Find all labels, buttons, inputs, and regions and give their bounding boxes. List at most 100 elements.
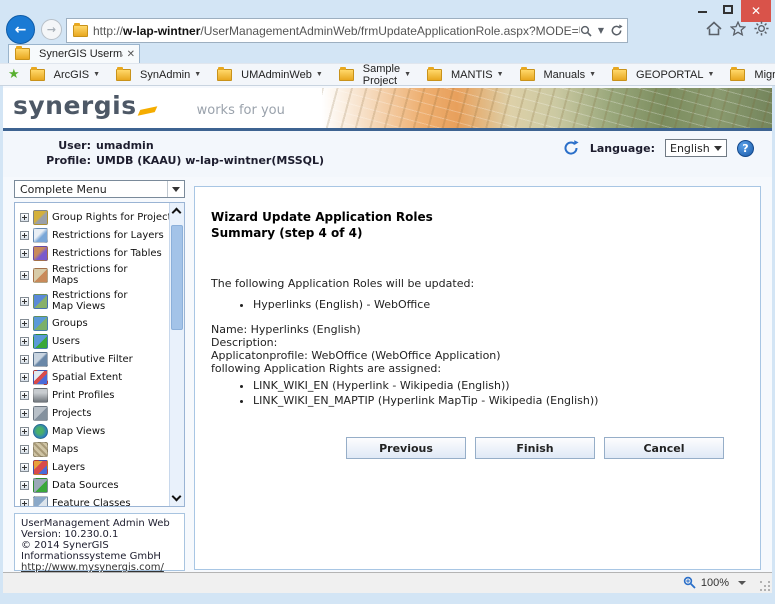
expand-icon[interactable]: [20, 498, 29, 506]
print-profiles-icon: [33, 387, 48, 403]
tree-item-restrictions-maps[interactable]: Restrictions for Maps: [20, 262, 169, 288]
help-button[interactable]: ?: [737, 139, 754, 157]
search-icon[interactable]: [580, 25, 592, 37]
restrictions-maps-icon: [33, 267, 48, 283]
chevron-down-icon: ▼: [194, 71, 202, 78]
layers-icon: [33, 459, 48, 475]
user-label: User:: [58, 139, 91, 152]
user-value: umadmin: [96, 139, 154, 152]
favorite-umadminweb[interactable]: UMAdminWeb ▼: [215, 66, 323, 81]
restrictions-tables-icon: [33, 245, 48, 261]
expand-icon[interactable]: [20, 230, 29, 240]
expand-icon[interactable]: [20, 462, 29, 472]
tree-item-restrictions-layers[interactable]: Restrictions for Layers: [20, 226, 169, 244]
tree-item-maps[interactable]: Maps: [20, 440, 169, 458]
tree-item-users[interactable]: Users: [20, 332, 169, 350]
url-text[interactable]: http://w-lap-wintner/UserManagementAdmin…: [93, 24, 580, 38]
updated-role-item: Hyperlinks (English) - WebOffice: [253, 298, 742, 311]
tree-scrollbar[interactable]: [169, 203, 184, 506]
browser-chrome: ← → http://w-lap-wintner/UserManagementA…: [0, 14, 775, 48]
expand-icon[interactable]: [20, 212, 29, 222]
chevron-down-icon: ▼: [496, 71, 504, 78]
address-bar[interactable]: http://w-lap-wintner/UserManagementAdmin…: [66, 18, 628, 43]
map-banner-image: [322, 88, 772, 128]
add-favorite-icon[interactable]: ★: [8, 67, 20, 82]
synergis-logo: synergis: [13, 91, 137, 120]
expand-icon[interactable]: [20, 444, 29, 454]
tab-close-icon[interactable]: ✕: [127, 49, 135, 60]
expand-icon[interactable]: [20, 354, 29, 364]
resize-grip[interactable]: [760, 581, 770, 591]
map-views-icon: [33, 423, 48, 439]
zoom-dropdown-icon[interactable]: [738, 580, 746, 585]
assigned-right-item: LINK_WIKI_EN (Hyperlink - Wikipedia (Eng…: [253, 379, 742, 392]
tab-synergis-usermanagement[interactable]: SynerGIS Usermanagement ... ✕: [8, 44, 140, 63]
expand-icon[interactable]: [20, 426, 29, 436]
home-icon[interactable]: [706, 21, 722, 36]
tree-item-groups[interactable]: Groups: [20, 314, 169, 332]
folder-icon: [730, 66, 746, 81]
expand-icon[interactable]: [20, 372, 29, 382]
minimize-icon: [697, 11, 707, 13]
groups-icon: [33, 315, 48, 331]
scrollbar-thumb[interactable]: [171, 225, 183, 330]
expand-icon[interactable]: [20, 296, 29, 306]
maps-icon: [33, 441, 48, 457]
expand-icon[interactable]: [20, 390, 29, 400]
tree-item-layers[interactable]: Layers: [20, 458, 169, 476]
back-arrow-icon: ←: [14, 21, 27, 38]
expand-icon[interactable]: [20, 408, 29, 418]
favorite-sample-project[interactable]: Sample Project ▼: [337, 63, 411, 87]
folder-icon: [217, 66, 233, 81]
tree-item-spatial-extent[interactable]: Spatial Extent: [20, 368, 169, 386]
chevron-down-icon: ▼: [404, 71, 412, 78]
maximize-icon: [723, 4, 733, 14]
expand-icon[interactable]: [20, 270, 29, 280]
scroll-up-icon[interactable]: [171, 207, 182, 218]
forward-arrow-icon: →: [46, 23, 57, 36]
favorite-migration[interactable]: Migration▼: [728, 66, 775, 81]
forward-button[interactable]: →: [41, 19, 62, 40]
favorite-manuals[interactable]: Manuals ▼: [518, 66, 596, 81]
assigned-rights-label: following Application Rights are assigne…: [211, 362, 442, 375]
favorite-arcgis[interactable]: ArcGIS ▼: [28, 66, 100, 81]
previous-button[interactable]: Previous: [346, 437, 466, 459]
tree-item-data-sources[interactable]: Data Sources: [20, 476, 169, 494]
favorite-mantis[interactable]: MANTIS ▼: [425, 66, 504, 81]
tree-item-map-views[interactable]: Map Views: [20, 422, 169, 440]
zoom-control[interactable]: 100%: [683, 576, 746, 589]
account-strip: User: umadmin Profile: UMDB (KAAU) w-lap…: [3, 131, 772, 177]
favorite-synadmin[interactable]: SynAdmin ▼: [114, 66, 202, 81]
expand-icon[interactable]: [20, 336, 29, 346]
language-select[interactable]: English: [665, 139, 727, 157]
tree-item-restrictions-map-views[interactable]: Restrictions for Map Views: [20, 288, 169, 314]
tree-item-attributive-filter[interactable]: Attributive Filter: [20, 350, 169, 368]
expand-icon[interactable]: [20, 480, 29, 490]
address-dropdown-icon[interactable]: ▼: [598, 26, 604, 35]
finish-button[interactable]: Finish: [475, 437, 595, 459]
cancel-button[interactable]: Cancel: [604, 437, 724, 459]
expand-icon[interactable]: [20, 248, 29, 258]
tree-item-projects[interactable]: Projects: [20, 404, 169, 422]
favorites-bar: ★ ArcGIS ▼ SynAdmin ▼ UMAdminWeb ▼ Sample P…: [0, 63, 775, 87]
menu-filter-select[interactable]: Complete Menu: [14, 180, 185, 198]
tree-item-print-profiles[interactable]: Print Profiles: [20, 386, 169, 404]
tree-item-restrictions-tables[interactable]: Restrictions for Tables: [20, 244, 169, 262]
settings-gear-icon[interactable]: [754, 21, 769, 36]
role-application-profile: Applicatonprofile: WebOffice (WebOffice …: [211, 349, 501, 362]
tree-item-feature-classes[interactable]: Feature Classes: [20, 494, 169, 506]
scroll-down-icon[interactable]: [171, 491, 182, 502]
folder-icon: [519, 66, 535, 81]
favorites-star-icon[interactable]: [730, 21, 746, 36]
back-button[interactable]: ←: [6, 15, 35, 44]
feature-classes-icon: [33, 495, 48, 506]
tree-item-group-rights[interactable]: Group Rights for Projects: [20, 208, 169, 226]
expand-icon[interactable]: [20, 318, 29, 328]
logo-swoosh-icon: [137, 106, 157, 116]
users-icon: [33, 333, 48, 349]
group-rights-icon: [33, 209, 48, 225]
favorite-geoportal[interactable]: GEOPORTAL ▼: [610, 66, 714, 81]
refresh-icon[interactable]: [610, 24, 623, 37]
reload-profile-icon[interactable]: [562, 139, 580, 157]
select-caret-icon: [172, 186, 180, 192]
